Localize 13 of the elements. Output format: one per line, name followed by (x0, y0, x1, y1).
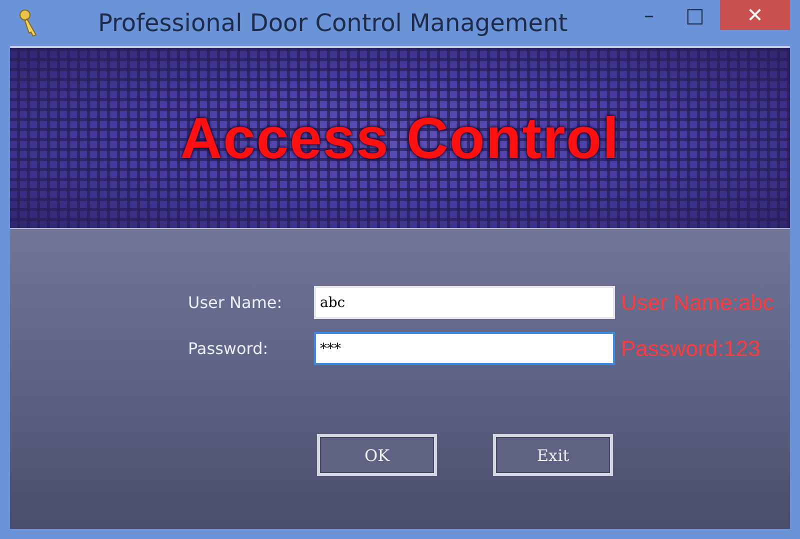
dialog-button[interactable]: Exit (493, 434, 613, 476)
banner-title: Access Control (180, 104, 620, 172)
input-field[interactable]: abc (314, 286, 615, 319)
annotation-text: Password:123 (621, 336, 760, 362)
annotation-text: User Name:abc (621, 290, 774, 316)
close-button[interactable]: ✕ (720, 0, 790, 30)
window-title: Professional Door Control Management (98, 9, 569, 37)
input-field[interactable]: *** (314, 332, 615, 365)
maximize-button[interactable]: □ (672, 0, 718, 30)
field-label: Password: (188, 339, 270, 358)
minimize-button[interactable]: – (626, 0, 672, 30)
field-label: User Name: (188, 293, 284, 312)
dialog-button[interactable]: OK (317, 434, 437, 476)
